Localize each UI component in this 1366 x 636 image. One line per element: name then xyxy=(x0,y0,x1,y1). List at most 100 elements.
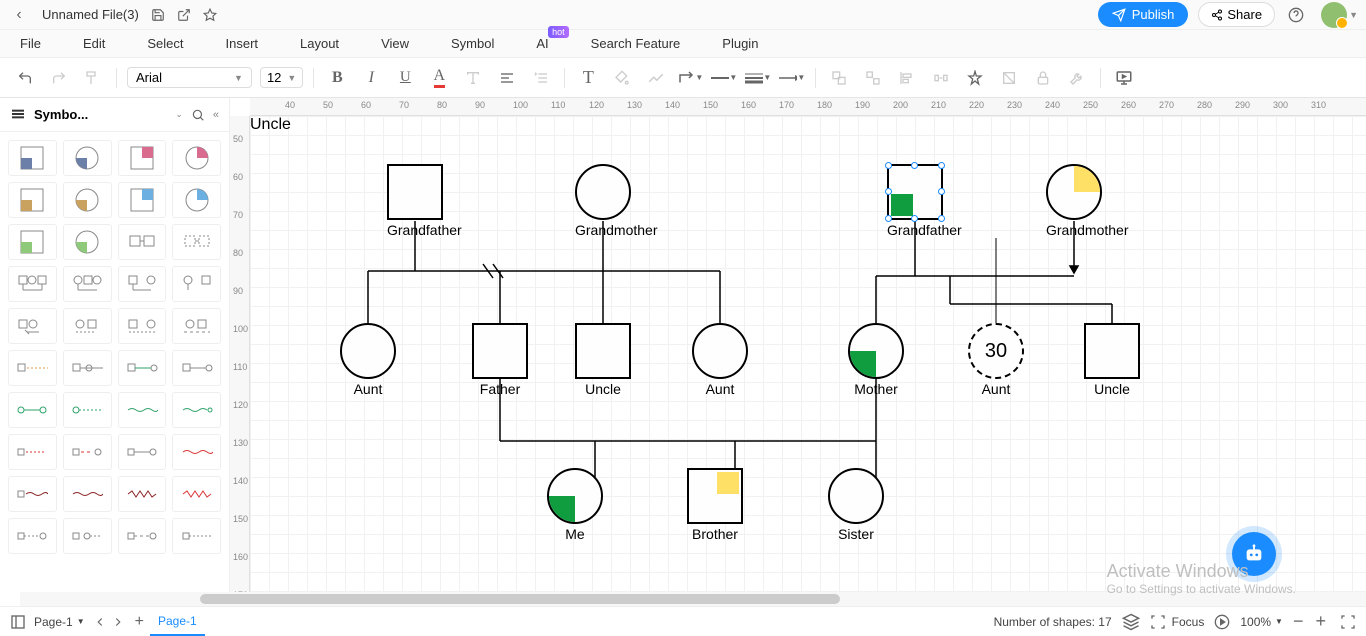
bold-button[interactable]: B xyxy=(324,65,350,91)
shape-item[interactable] xyxy=(8,140,57,176)
distribute-button[interactable] xyxy=(928,65,954,91)
font-color-button[interactable]: A xyxy=(426,65,452,91)
shape-item[interactable] xyxy=(8,350,57,386)
shape-item[interactable] xyxy=(63,518,112,554)
node-uncle-1[interactable]: Uncle xyxy=(575,323,631,397)
fill-button[interactable] xyxy=(609,65,635,91)
shape-item[interactable] xyxy=(118,518,167,554)
share-button[interactable]: Share xyxy=(1198,2,1275,27)
shape-item[interactable] xyxy=(8,434,57,470)
menu-plugin[interactable]: Plugin xyxy=(722,36,758,51)
avatar-dropdown[interactable]: ▼ xyxy=(1349,10,1358,20)
stroke-color-button[interactable] xyxy=(643,65,669,91)
focus-crosshair-icon[interactable] xyxy=(1150,614,1166,630)
node-aunt-1[interactable]: Aunt xyxy=(340,323,396,397)
shape-item[interactable] xyxy=(172,518,221,554)
line-spacing-button[interactable] xyxy=(528,65,554,91)
shape-item[interactable] xyxy=(118,140,167,176)
shape-item[interactable] xyxy=(63,308,112,344)
ungroup-button[interactable] xyxy=(860,65,886,91)
shape-item[interactable] xyxy=(63,476,112,512)
shape-item[interactable] xyxy=(118,266,167,302)
menu-ai[interactable]: AIhot xyxy=(536,36,548,51)
layout-icon[interactable] xyxy=(10,614,26,630)
publish-button[interactable]: Publish xyxy=(1098,2,1189,27)
canvas[interactable]: Grandfather Grandmother Grandfather Gran… xyxy=(250,116,1366,592)
line-style-button[interactable]: ▼ xyxy=(711,65,737,91)
shape-item[interactable] xyxy=(63,392,112,428)
node-grandfather-2[interactable]: Grandfather xyxy=(887,164,962,238)
horizontal-scrollbar[interactable] xyxy=(20,592,1366,606)
group-button[interactable] xyxy=(826,65,852,91)
menu-edit[interactable]: Edit xyxy=(83,36,105,51)
node-brother[interactable]: Brother xyxy=(687,468,743,542)
menu-file[interactable]: File xyxy=(20,36,41,51)
shape-item[interactable] xyxy=(8,392,57,428)
collapse-panel-icon[interactable]: « xyxy=(213,109,219,121)
node-uncle-2[interactable]: Uncle xyxy=(1084,323,1140,397)
connector-button[interactable]: ▼ xyxy=(677,65,703,91)
shape-item[interactable] xyxy=(172,434,221,470)
underline-button[interactable]: U xyxy=(392,65,418,91)
shape-item[interactable] xyxy=(172,392,221,428)
shape-item[interactable] xyxy=(172,350,221,386)
presentation-button[interactable] xyxy=(1111,65,1137,91)
menu-view[interactable]: View xyxy=(381,36,409,51)
zoom-in-button[interactable]: + xyxy=(1309,611,1332,632)
redo-button[interactable] xyxy=(46,65,72,91)
lock-button[interactable] xyxy=(1030,65,1056,91)
shape-item[interactable] xyxy=(172,308,221,344)
shape-item[interactable] xyxy=(8,518,57,554)
shape-item[interactable] xyxy=(172,476,221,512)
tools-button[interactable] xyxy=(1064,65,1090,91)
star-icon[interactable] xyxy=(199,4,221,26)
undo-button[interactable] xyxy=(12,65,38,91)
next-page-icon[interactable] xyxy=(111,615,125,629)
save-icon[interactable] xyxy=(147,4,169,26)
text-height-button[interactable] xyxy=(460,65,486,91)
shape-item[interactable] xyxy=(63,266,112,302)
menu-insert[interactable]: Insert xyxy=(226,36,259,51)
shape-item[interactable] xyxy=(118,350,167,386)
assistant-button[interactable] xyxy=(1232,532,1276,576)
effects-button[interactable] xyxy=(962,65,988,91)
shape-item[interactable] xyxy=(63,350,112,386)
clear-format-button[interactable] xyxy=(996,65,1022,91)
format-painter-button[interactable] xyxy=(80,65,106,91)
shape-item[interactable] xyxy=(8,182,57,218)
menu-search[interactable]: Search Feature xyxy=(591,36,681,51)
node-grandmother-2[interactable]: Grandmother xyxy=(1046,164,1128,238)
line-weight-button[interactable]: ▼ xyxy=(745,65,771,91)
align-button[interactable] xyxy=(494,65,520,91)
focus-label[interactable]: Focus xyxy=(1172,615,1205,629)
panel-dropdown[interactable]: ⌄ xyxy=(175,109,183,120)
node-aunt-3[interactable]: 30Aunt xyxy=(968,323,1024,397)
align-objects-button[interactable] xyxy=(894,65,920,91)
shape-item[interactable] xyxy=(172,224,221,260)
zoom-value[interactable]: 100% xyxy=(1240,615,1271,629)
fontsize-select[interactable]: 12▼ xyxy=(260,67,303,88)
shape-item[interactable] xyxy=(172,266,221,302)
back-icon[interactable]: ‹ xyxy=(8,4,30,26)
page-tab[interactable]: Page-1 xyxy=(150,608,205,636)
add-page-button[interactable]: + xyxy=(129,613,150,631)
shape-item[interactable] xyxy=(8,308,57,344)
zoom-out-button[interactable]: − xyxy=(1287,611,1310,632)
arrow-style-button[interactable]: ▼ xyxy=(779,65,805,91)
shape-item[interactable] xyxy=(118,392,167,428)
text-tool-button[interactable]: T xyxy=(575,65,601,91)
page-select[interactable]: Page-1▼ xyxy=(34,615,85,629)
shape-item[interactable] xyxy=(118,476,167,512)
font-select[interactable]: Arial▼ xyxy=(127,67,252,88)
shape-item[interactable] xyxy=(63,434,112,470)
italic-button[interactable]: I xyxy=(358,65,384,91)
shape-item[interactable] xyxy=(63,224,112,260)
shape-item[interactable] xyxy=(118,434,167,470)
shape-item[interactable] xyxy=(118,308,167,344)
menu-select[interactable]: Select xyxy=(147,36,183,51)
play-icon[interactable] xyxy=(1214,614,1230,630)
node-me[interactable]: Me xyxy=(547,468,603,542)
avatar[interactable] xyxy=(1321,2,1347,28)
shape-item[interactable] xyxy=(8,224,57,260)
shape-item[interactable] xyxy=(8,266,57,302)
